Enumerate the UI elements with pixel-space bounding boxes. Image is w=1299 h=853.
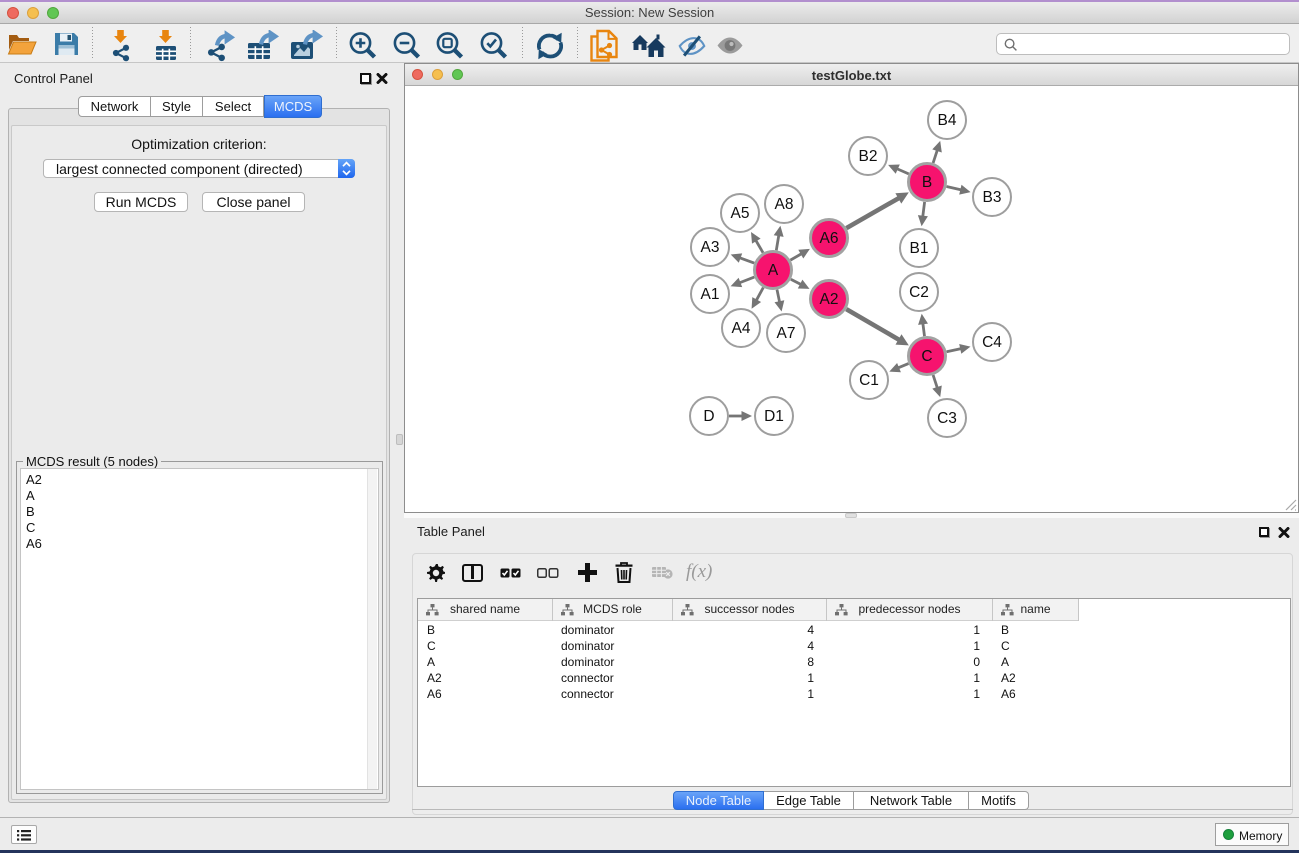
svg-text:A8: A8 [775, 196, 794, 213]
svg-text:A: A [768, 262, 779, 279]
svg-text:C2: C2 [909, 284, 929, 301]
svg-text:C: C [921, 348, 932, 365]
svg-text:D1: D1 [764, 408, 784, 425]
svg-text:C3: C3 [937, 410, 957, 427]
svg-text:A6: A6 [820, 230, 839, 247]
svg-text:A7: A7 [777, 325, 796, 342]
svg-text:A5: A5 [731, 205, 750, 222]
svg-text:C4: C4 [982, 334, 1002, 351]
svg-text:B2: B2 [859, 148, 878, 165]
svg-text:A2: A2 [820, 291, 839, 308]
svg-text:A1: A1 [701, 286, 720, 303]
svg-text:D: D [703, 408, 714, 425]
svg-text:C1: C1 [859, 372, 879, 389]
svg-text:B1: B1 [910, 240, 929, 257]
svg-text:B3: B3 [983, 189, 1002, 206]
svg-text:B: B [922, 174, 932, 191]
svg-text:A3: A3 [701, 239, 720, 256]
svg-text:A4: A4 [732, 320, 751, 337]
svg-text:B4: B4 [938, 112, 957, 129]
